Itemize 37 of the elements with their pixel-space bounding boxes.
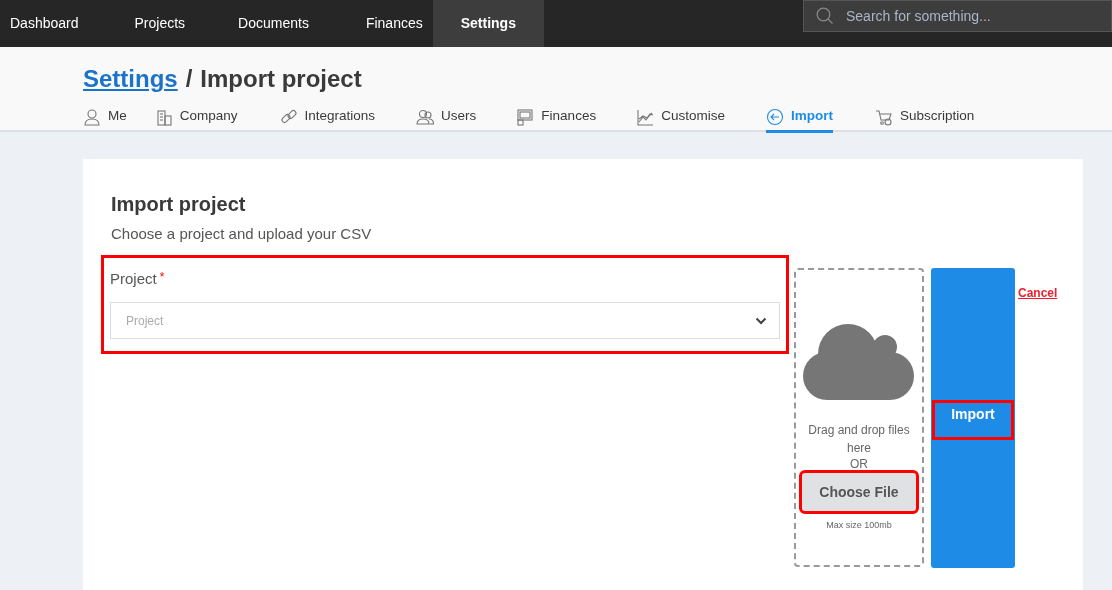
or-text: OR (850, 457, 868, 471)
nav-item[interactable]: Settings (432, 0, 544, 47)
link-icon (279, 107, 298, 126)
settings-tab[interactable]: Company (154, 103, 238, 133)
field-label: Project (110, 268, 157, 289)
settings-tab[interactable]: Subscription (874, 103, 975, 133)
max-size-note: Max size 100mb (826, 519, 892, 532)
nav-item[interactable]: Projects (124, 0, 196, 47)
breadcrumb-separator: / (185, 64, 193, 94)
breadcrumb-link[interactable]: Settings (83, 61, 178, 97)
arrow-left-circle-icon (765, 107, 784, 126)
form-subtitle: Choose a project and upload your CSV (111, 224, 373, 244)
settings-tab[interactable]: Users (416, 103, 477, 133)
building-icon (154, 107, 173, 126)
nav-item[interactable]: Dashboard (0, 0, 89, 47)
select-placeholder: Project (126, 312, 164, 330)
person-icon (83, 107, 101, 126)
users-icon (416, 107, 435, 126)
required-mark: * (159, 268, 165, 286)
line-chart-icon (636, 107, 655, 126)
drop-zone[interactable]: Drag and drop files here OR Choose File Max size 100mb (794, 267, 924, 567)
import-button[interactable]: Import (931, 267, 1015, 568)
search-field[interactable]: Search for something... (803, 0, 1112, 32)
document-icon (516, 107, 535, 126)
page-title: Import project (200, 64, 362, 94)
settings-tab[interactable]: Customise (636, 103, 725, 133)
cancel-link[interactable]: Cancel (1018, 283, 1058, 302)
nav-item[interactable]: Finances (355, 0, 433, 47)
settings-tab[interactable]: Integrations (279, 103, 376, 133)
cart-icon (874, 107, 893, 126)
form-title: Import project (111, 192, 247, 217)
nav-item[interactable]: Documents (228, 0, 319, 47)
settings-tab[interactable]: Me (83, 103, 127, 133)
settings-tab[interactable]: Finances (516, 103, 597, 133)
drop-hint: Drag and drop files here (807, 422, 911, 457)
choose-file-button[interactable]: Choose File (802, 473, 916, 511)
chevron-down-icon (755, 316, 767, 325)
